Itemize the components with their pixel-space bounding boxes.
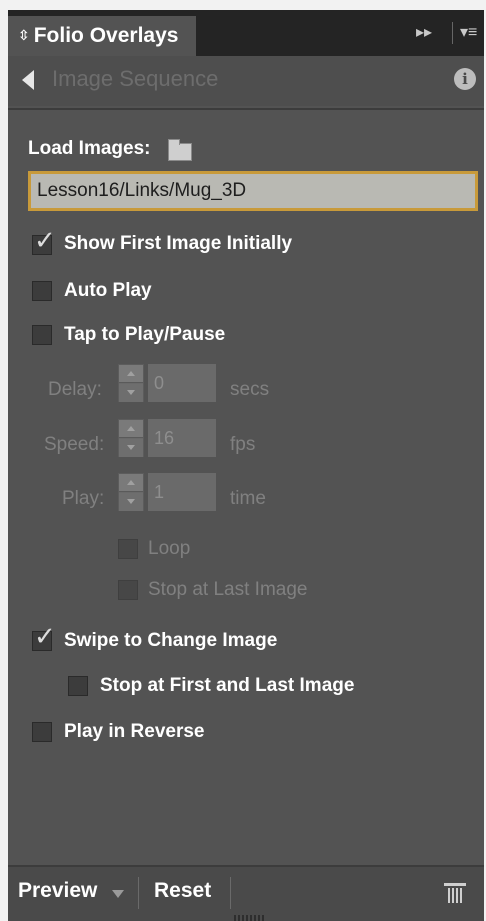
tap-to-play-label: Tap to Play/Pause [64,324,226,345]
play-in-reverse-label: Play in Reverse [64,721,205,742]
overlay-header: Image Sequence i [8,56,484,106]
panel-menu-icon[interactable]: ▾≡ [460,22,477,42]
speed-stepper[interactable] [118,419,144,457]
play-input[interactable]: 1 [148,473,216,511]
speed-down-arrow-icon[interactable] [119,439,143,457]
overlay-title: Image Sequence [52,66,219,91]
tab-folio-overlays[interactable]: ⇳ Folio Overlays [8,16,196,56]
auto-play-checkbox[interactable] [32,281,52,301]
play-stepper[interactable] [118,473,144,511]
preview-dropdown-icon[interactable] [112,890,124,898]
tab-bar: ⇳ Folio Overlays ▸▸ ▾≡ [8,10,484,56]
tabbar-divider [452,22,453,44]
trash-can [448,888,462,903]
tap-to-play-checkbox[interactable] [32,325,52,345]
speed-label: Speed: [44,434,105,455]
auto-play-label: Auto Play [64,280,152,301]
panel-title: Folio Overlays [33,24,179,47]
speed-input[interactable]: 16 [148,419,216,457]
back-arrow-icon[interactable] [22,70,34,90]
delay-stepper[interactable] [118,364,144,402]
delay-unit: secs [230,379,270,400]
trash-icon[interactable] [444,883,466,903]
panel-footer: Preview Reset [8,865,484,921]
collapse-panel-icon[interactable]: ▸▸ [416,22,432,42]
speed-unit: fps [230,434,256,455]
delay-down-arrow-icon[interactable] [119,384,143,402]
resize-grip[interactable] [234,915,266,921]
folio-overlays-panel: ⇳ Folio Overlays ▸▸ ▾≡ Image Sequence i L… [8,10,484,921]
tab-arrows-icon: ⇳ [18,27,30,43]
play-in-reverse-checkbox[interactable] [32,722,52,742]
footer-divider [138,877,139,909]
show-first-image-label: Show First Image Initially [64,233,293,254]
trash-lid [444,883,466,886]
loop-label: Loop [148,538,191,559]
checkmark-icon: ✓ [34,621,56,651]
play-unit: time [230,488,266,509]
swipe-to-change-label: Swipe to Change Image [64,630,278,651]
reset-button[interactable]: Reset [154,879,211,903]
delay-label: Delay: [48,379,102,400]
stop-first-last-label: Stop at First and Last Image [100,675,355,696]
show-first-image-checkbox[interactable]: ✓ [32,227,56,255]
delay-input[interactable]: 0 [148,364,216,402]
speed-up-arrow-icon[interactable] [119,420,143,438]
stop-last-image-checkbox[interactable] [118,580,138,600]
folder-icon[interactable] [168,139,192,161]
play-up-arrow-icon[interactable] [119,474,143,492]
play-label: Play: [62,488,105,509]
header-divider [8,108,484,110]
footer-divider [230,877,231,909]
preview-button[interactable]: Preview [18,879,97,903]
loop-checkbox[interactable] [118,539,138,559]
play-down-arrow-icon[interactable] [119,493,143,511]
checkmark-icon: ✓ [34,225,56,255]
stop-first-last-checkbox[interactable] [68,676,88,696]
delay-up-arrow-icon[interactable] [119,365,143,383]
stop-last-image-label: Stop at Last Image [148,579,308,600]
image-path-field[interactable]: Lesson16/Links/Mug_3D [28,171,478,211]
info-icon[interactable]: i [454,68,476,90]
swipe-to-change-checkbox[interactable]: ✓ [32,623,56,651]
load-images-label: Load Images: [28,138,151,159]
